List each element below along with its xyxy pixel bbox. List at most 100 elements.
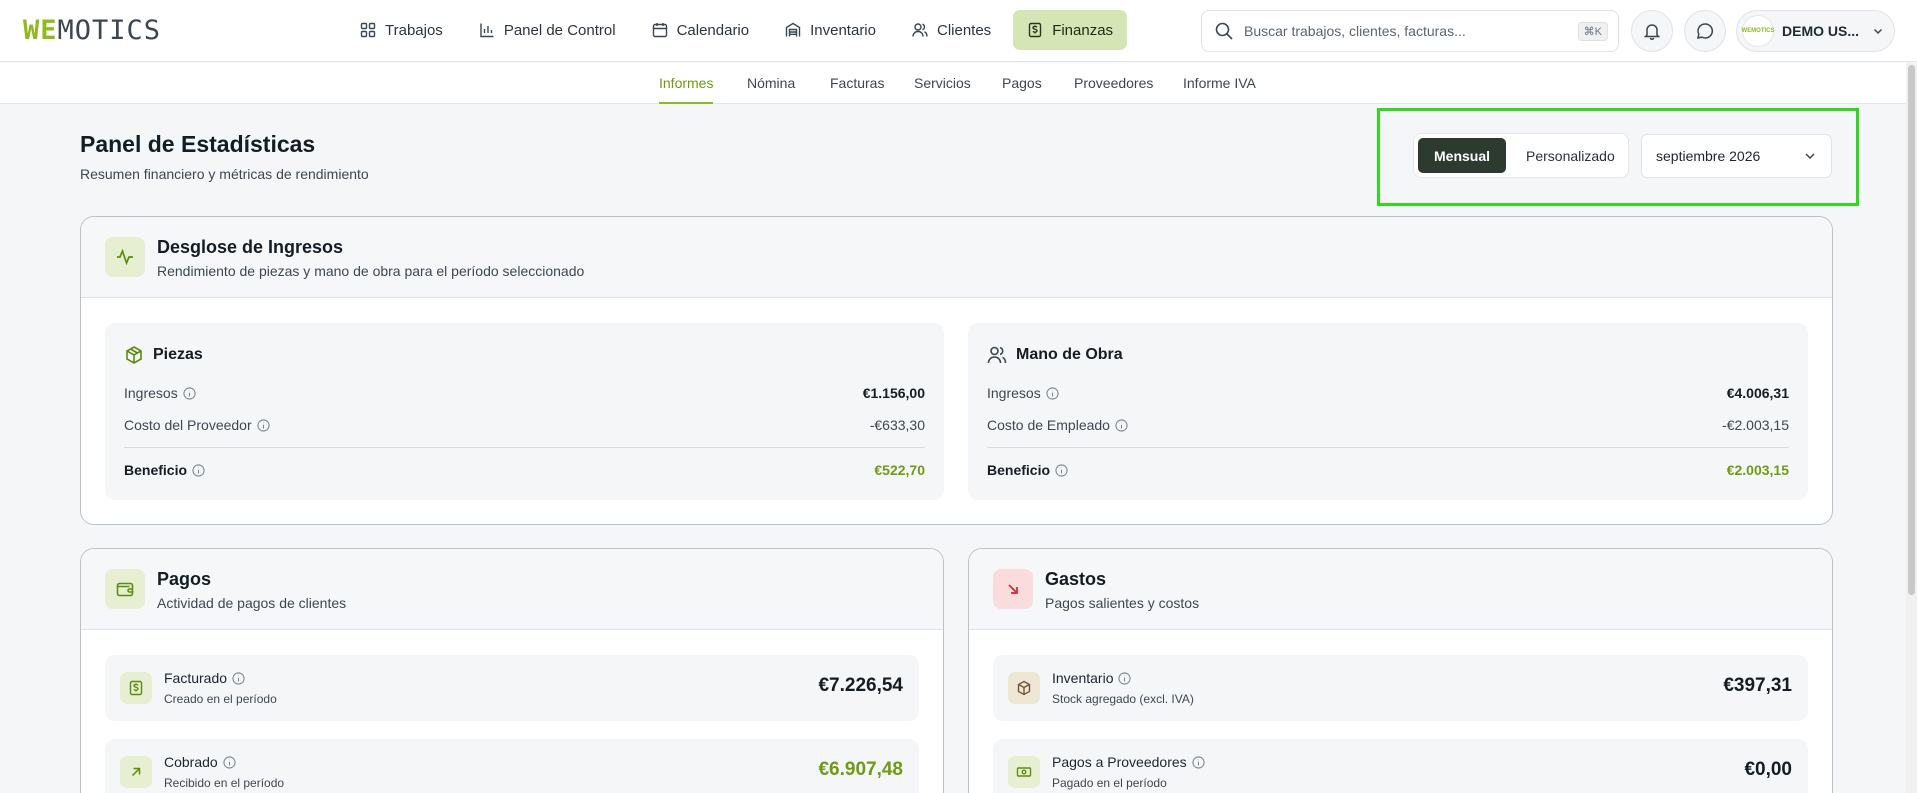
info-icon[interactable] (223, 755, 236, 769)
arrow-down-right-icon-box (993, 569, 1033, 609)
search-icon (1215, 22, 1233, 40)
card-title: Gastos (1045, 569, 1107, 589)
parts-income-row: Ingresos €1.156,00 (124, 383, 925, 403)
nav-item-calendario[interactable]: Calendario (638, 10, 764, 50)
metric-title-text: Pagos a Proveedores (1052, 754, 1187, 770)
info-icon[interactable] (1046, 386, 1059, 400)
nav-item-finanzas[interactable]: Finanzas (1013, 10, 1128, 50)
month-select[interactable]: septiembre 2026 (1641, 134, 1832, 178)
nav-label: Inventario (810, 21, 876, 39)
card-subtitle: Pagos salientes y costos (1045, 595, 1200, 611)
labor-panel: Mano de Obra Ingresos €4.006,31 Costo de… (968, 323, 1808, 500)
metric-title: Facturado (164, 670, 245, 686)
avatar: WEMOTICS (1742, 15, 1775, 47)
supplier-payments-value: €0,00 (1744, 759, 1792, 780)
user-menu-button[interactable]: WEMOTICS DEMO US... (1736, 10, 1895, 52)
tab-facturas[interactable]: Facturas (830, 63, 884, 104)
user-name: DEMO US... (1782, 23, 1860, 39)
tab-informe-iva[interactable]: Informe IVA (1183, 63, 1256, 104)
chevron-down-icon (1805, 153, 1815, 160)
revenue-breakdown-card: Desglose de Ingresos Rendimiento de piez… (80, 216, 1833, 525)
tab-informes[interactable]: Informes (659, 63, 714, 104)
info-icon[interactable] (1055, 463, 1068, 477)
labor-cost-row: Costo de Empleado -€2.003,15 (987, 415, 1789, 435)
supplier-payments-metric: Pagos a Proveedores Pagado en el período… (993, 739, 1808, 793)
dollar-file-icon (1028, 22, 1042, 38)
messages-button[interactable] (1684, 10, 1726, 52)
nav-label: Trabajos (385, 21, 443, 39)
info-icon[interactable] (1115, 418, 1128, 432)
search-input[interactable] (1244, 23, 1578, 39)
nav-item-clientes[interactable]: Clientes (898, 10, 1005, 50)
inventory-value: €397,31 (1723, 675, 1792, 696)
metric-subtitle: Pagado en el período (1052, 776, 1167, 790)
inventory-metric: Inventario Stock agregado (excl. IVA) €3… (993, 655, 1808, 721)
calendar-icon (652, 23, 667, 38)
page-title: Panel de Estadísticas (80, 131, 316, 157)
card-header: Desglose de Ingresos Rendimiento de piez… (81, 217, 1832, 298)
card-subtitle: Actividad de pagos de clientes (157, 595, 347, 611)
card-subtitle: Rendimiento de piezas y mano de obra par… (157, 263, 585, 279)
page-scrollbar[interactable] (1906, 63, 1917, 793)
wallet-icon (116, 582, 134, 597)
info-icon[interactable] (257, 418, 270, 432)
metric-title: Pagos a Proveedores (1052, 754, 1205, 770)
labor-income-value: €4.006,31 (1726, 385, 1789, 401)
divider (987, 447, 1789, 448)
arrow-up-right-icon (131, 767, 141, 777)
icon-box (120, 672, 152, 704)
metric-subtitle: Creado en el período (164, 692, 277, 706)
tab-servicios[interactable]: Servicios (914, 63, 971, 104)
nav-label: Finanzas (1052, 21, 1114, 39)
info-icon[interactable] (1192, 755, 1205, 769)
tab-pagos[interactable]: Pagos (1002, 63, 1042, 104)
panel-title-label: Piezas (153, 346, 203, 363)
tab-nomina[interactable]: Nómina (747, 63, 795, 104)
parts-cost-row: Costo del Proveedor -€633,30 (124, 415, 925, 435)
label-text: Costo de Empleado (987, 417, 1110, 433)
nav-item-inventario[interactable]: Inventario (771, 10, 890, 50)
logo-rest: MOTICS (57, 14, 162, 46)
activity-icon-box (105, 237, 145, 277)
payments-card: Pagos Actividad de pagos de clientes Fac… (80, 548, 944, 793)
labor-profit-row: Beneficio €2.003,15 (987, 460, 1789, 480)
nav-label: Panel de Control (503, 21, 616, 39)
parts-cost-value: -€633,30 (869, 417, 925, 433)
metric-subtitle: Recibido en el período (164, 776, 285, 790)
search-box: ⌘K (1201, 10, 1619, 52)
row-label: Costo de Empleado (987, 417, 1128, 433)
mensual-button[interactable]: Mensual (1418, 138, 1507, 173)
info-icon[interactable] (192, 463, 205, 477)
grid-icon (360, 22, 376, 38)
metric-title-text: Cobrado (164, 754, 218, 770)
chat-bubble-icon (1697, 23, 1714, 39)
nav-item-panel-de-control[interactable]: Panel de Control (465, 10, 630, 50)
panel-title: Mano de Obra (987, 345, 1123, 365)
divider (124, 447, 925, 448)
package-icon (1017, 680, 1031, 696)
page-subtitle: Resumen financiero y métricas de rendimi… (80, 166, 369, 182)
info-icon[interactable] (183, 386, 196, 400)
info-icon[interactable] (232, 671, 245, 685)
brand-logo[interactable]: WE MOTICS (23, 14, 162, 46)
nav-label: Calendario (676, 21, 750, 39)
row-label: Beneficio (987, 462, 1068, 478)
icon-box (120, 756, 152, 788)
parts-profit-row: Beneficio €522,70 (124, 460, 925, 480)
scrollbar-thumb[interactable] (1908, 65, 1915, 595)
personalizado-button[interactable]: Personalizado (1510, 138, 1631, 173)
dollar-file-icon (129, 680, 143, 696)
label-text: Ingresos (124, 385, 178, 401)
tab-proveedores[interactable]: Proveedores (1074, 63, 1153, 104)
invoiced-value: €7.226,54 (818, 675, 903, 696)
icon-box (1008, 756, 1040, 788)
info-icon[interactable] (1118, 671, 1132, 685)
label-text: Beneficio (987, 462, 1051, 478)
card-header: Pagos Actividad de pagos de clientes (81, 549, 943, 630)
activity-icon (117, 248, 133, 266)
nav-item-trabajos[interactable]: Trabajos (346, 10, 457, 50)
users-icon (912, 23, 928, 37)
labor-profit-value: €2.003,15 (1726, 462, 1789, 478)
card-header: Gastos Pagos salientes y costos (969, 549, 1832, 630)
notifications-button[interactable] (1631, 10, 1673, 52)
